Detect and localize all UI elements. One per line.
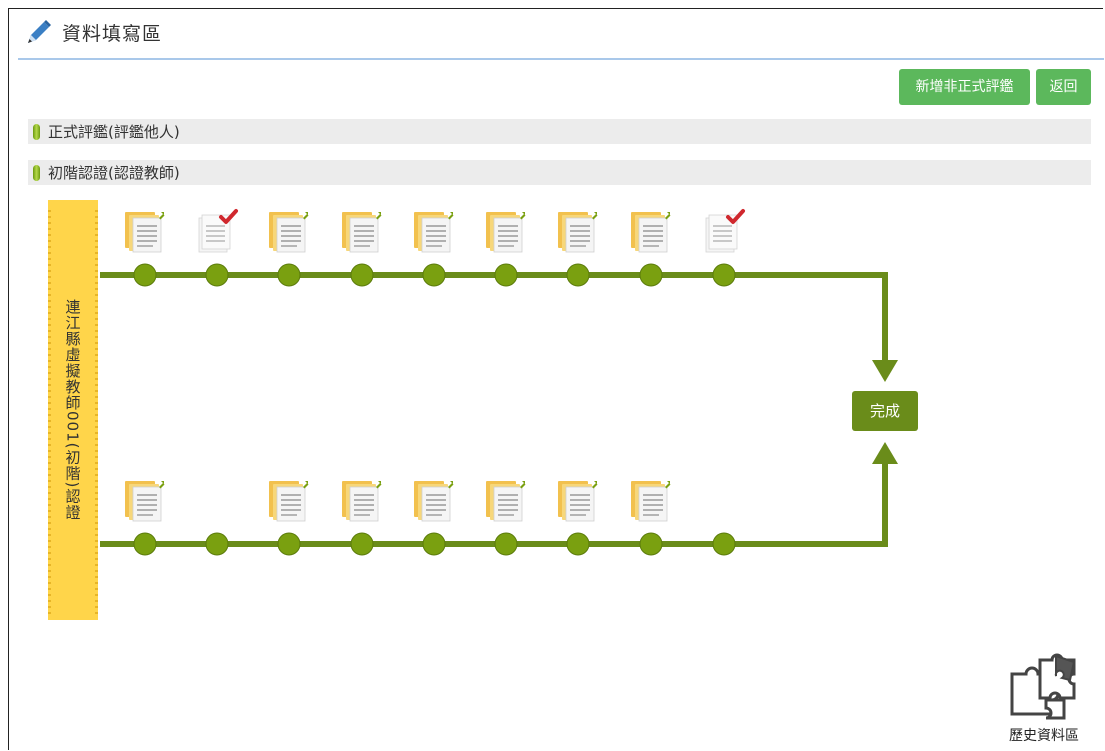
flow-node [205, 532, 229, 556]
flow-node [566, 263, 590, 287]
evaluation-form-icon[interactable] [268, 211, 310, 253]
flow-node [422, 263, 446, 287]
evaluation-form-icon[interactable] [413, 211, 455, 253]
completed-form-icon[interactable] [197, 209, 238, 254]
evaluation-form-icon[interactable] [268, 480, 310, 522]
flow-node [277, 263, 301, 287]
history-label: 歷史資料區 [1009, 728, 1079, 744]
puzzle-icon [1010, 653, 1076, 720]
flow-line-top [100, 272, 888, 372]
evaluation-form-icon[interactable] [413, 480, 455, 522]
flow-node [494, 263, 518, 287]
evaluation-form-icon[interactable] [124, 211, 166, 253]
flow-node [133, 263, 157, 287]
evaluation-form-icon[interactable] [341, 211, 383, 253]
flow-node [494, 532, 518, 556]
evaluation-form-icon[interactable] [485, 211, 527, 253]
flow-node [350, 263, 374, 287]
evaluation-form-icon[interactable] [557, 211, 599, 253]
flow-node [133, 532, 157, 556]
flow-node [277, 532, 301, 556]
evaluation-form-icon[interactable] [485, 480, 527, 522]
arrow-down-icon [872, 360, 898, 382]
evaluation-form-icon[interactable] [630, 480, 672, 522]
certification-flow [100, 209, 898, 556]
evaluation-form-icon[interactable] [124, 480, 166, 522]
flow-node [712, 263, 736, 287]
complete-button[interactable]: 完成 [852, 391, 918, 431]
arrow-up-icon [872, 442, 898, 464]
flow-node [350, 532, 374, 556]
history-data-button[interactable]: 歷史資料區 [998, 652, 1090, 748]
completed-form-icon[interactable] [704, 209, 745, 254]
evaluation-form-icon[interactable] [630, 211, 672, 253]
evaluation-form-icon[interactable] [557, 480, 599, 522]
flow-node [422, 532, 446, 556]
flow-node [639, 532, 663, 556]
flow-node [205, 263, 229, 287]
flow-node [566, 532, 590, 556]
evaluation-form-icon[interactable] [341, 480, 383, 522]
flow-node [712, 532, 736, 556]
flow-node [639, 263, 663, 287]
